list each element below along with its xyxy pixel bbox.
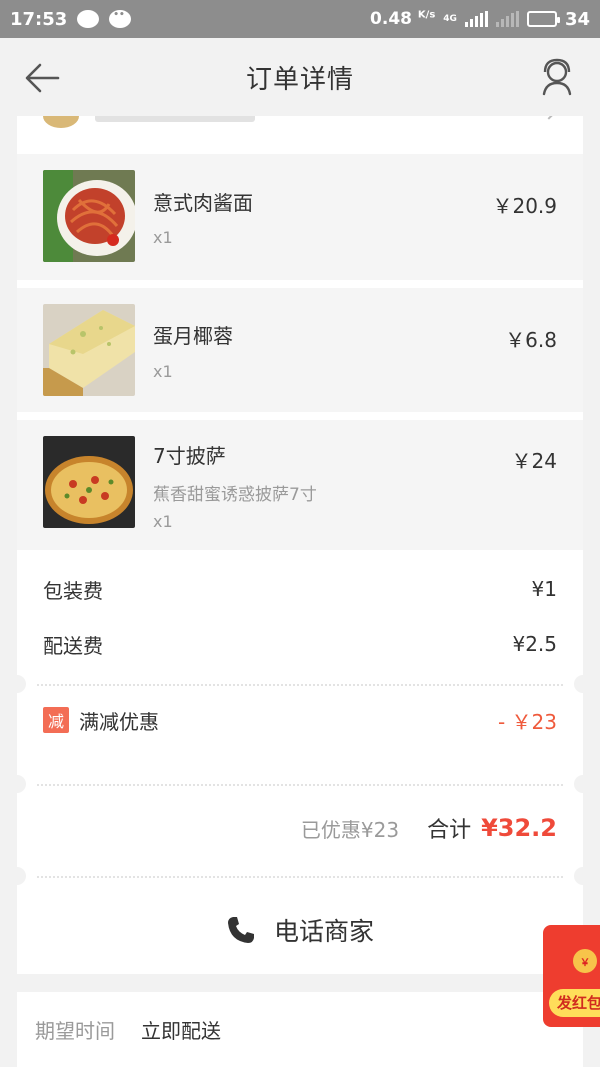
discount-row: 减 满减优惠 - ￥23 [17, 684, 583, 756]
item-image-coconut-pastry [43, 304, 135, 396]
item-qty: x1 [153, 512, 173, 531]
back-arrow-icon[interactable] [24, 60, 60, 96]
total-label: 合计 [427, 818, 472, 843]
delivery-fee-row: 配送费 ¥2.5 [17, 617, 583, 671]
item-name: 意式肉酱面 [153, 191, 253, 215]
message-notification-icon [77, 10, 100, 28]
item-price: ￥24 [511, 449, 557, 473]
item-price: ￥20.9 [492, 194, 557, 218]
nav-header: 订单详情 [0, 38, 600, 116]
saved-amount: 已优惠¥23 [300, 817, 400, 842]
signal-icon [464, 11, 488, 27]
item-qty: x1 [153, 228, 173, 247]
divider [37, 876, 563, 878]
order-item: 蛋月椰蓉 x1 ￥6.8 [17, 288, 583, 412]
customer-service-icon[interactable] [540, 58, 574, 96]
net-speed: 0.48 K/s [370, 9, 436, 29]
shop-header[interactable] [17, 116, 583, 154]
phone-icon [227, 917, 254, 943]
battery-icon [526, 11, 560, 27]
packing-fee-row: 包装费 ¥1 [17, 562, 583, 616]
delivery-fee-value: ¥2.5 [512, 632, 557, 656]
chevron-right-icon [543, 116, 555, 120]
packing-fee-label: 包装费 [43, 578, 103, 603]
discount-value: - ￥23 [497, 709, 557, 734]
status-bar: 17:53 0.48 K/s 4G 34 [0, 0, 600, 38]
order-item: 7寸披萨 蕉香甜蜜诱惑披萨7寸 x1 ￥24 [17, 420, 583, 550]
page-title: 订单详情 [245, 64, 354, 95]
red-envelope-button[interactable]: ￥ 发红包 [543, 925, 600, 1027]
delivery-fee-label: 配送费 [43, 633, 103, 658]
signal-secondary-icon [495, 11, 519, 27]
item-spec: 蕉香甜蜜诱惑披萨7寸 [153, 485, 317, 505]
wechat-notification-icon [109, 10, 132, 28]
item-name: 7寸披萨 [153, 444, 226, 468]
status-time: 17:53 [10, 8, 68, 30]
red-envelope-label: 发红包 [549, 989, 600, 1017]
order-card: 意式肉酱面 x1 ￥20.9 蛋月椰蓉 x1 ￥6.8 7寸披萨 蕉香甜蜜诱惑披… [17, 116, 583, 974]
expected-time-value: 立即配送 [141, 1019, 221, 1043]
shop-name [95, 116, 255, 122]
battery-level: 34 [564, 8, 590, 30]
discount-label: 满减优惠 [79, 709, 159, 734]
coin-icon: ￥ [573, 949, 597, 973]
discount-badge: 减 [43, 707, 69, 733]
item-name: 蛋月椰蓉 [153, 324, 233, 348]
total-value: ¥32.2 [481, 814, 557, 842]
expected-time-label: 期望时间 [35, 1019, 115, 1043]
network-type: 4G [443, 14, 457, 24]
item-qty: x1 [153, 362, 173, 381]
order-item: 意式肉酱面 x1 ￥20.9 [17, 154, 583, 280]
call-merchant-button[interactable]: 电话商家 [17, 882, 583, 974]
shop-avatar [43, 116, 79, 128]
item-image-spaghetti [43, 170, 135, 262]
call-merchant-label: 电话商家 [273, 917, 374, 946]
item-price: ￥6.8 [505, 328, 557, 352]
packing-fee-value: ¥1 [531, 577, 557, 601]
total-row: 已优惠¥23 合计 ¥32.2 [17, 784, 583, 872]
delivery-card: 期望时间 立即配送 [17, 992, 583, 1067]
item-image-pizza [43, 436, 135, 528]
